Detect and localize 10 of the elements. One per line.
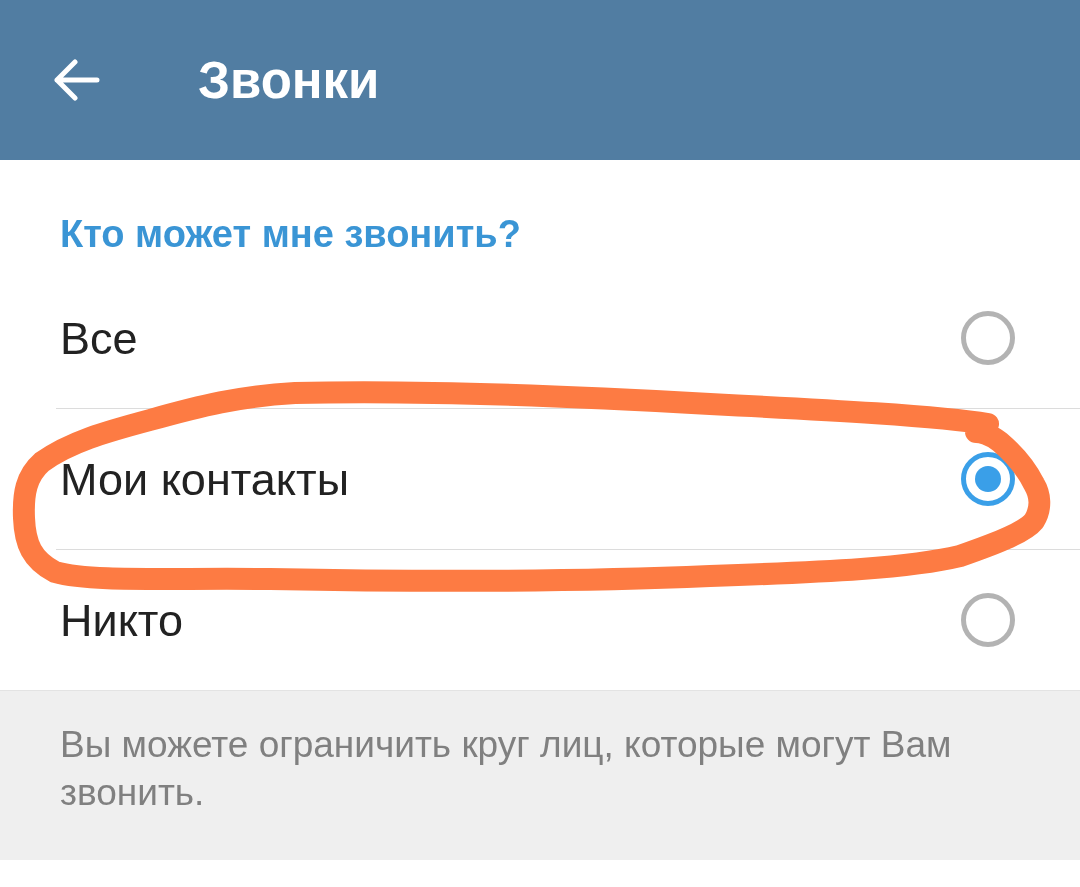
radio-selected-icon[interactable] [961, 452, 1015, 506]
radio-icon[interactable] [961, 311, 1015, 365]
option-label: Никто [60, 597, 183, 643]
section-title: Кто может мне звонить? [60, 215, 521, 253]
hint-text: Вы можете ограничить круг лиц, которые могут Вам звонить. [60, 723, 953, 815]
option-label: Мои контакты [60, 456, 349, 502]
radio-icon[interactable] [961, 593, 1015, 647]
screen-title: Звонки [198, 54, 380, 106]
option-label: Все [60, 315, 138, 361]
back-arrow-icon [54, 59, 100, 101]
